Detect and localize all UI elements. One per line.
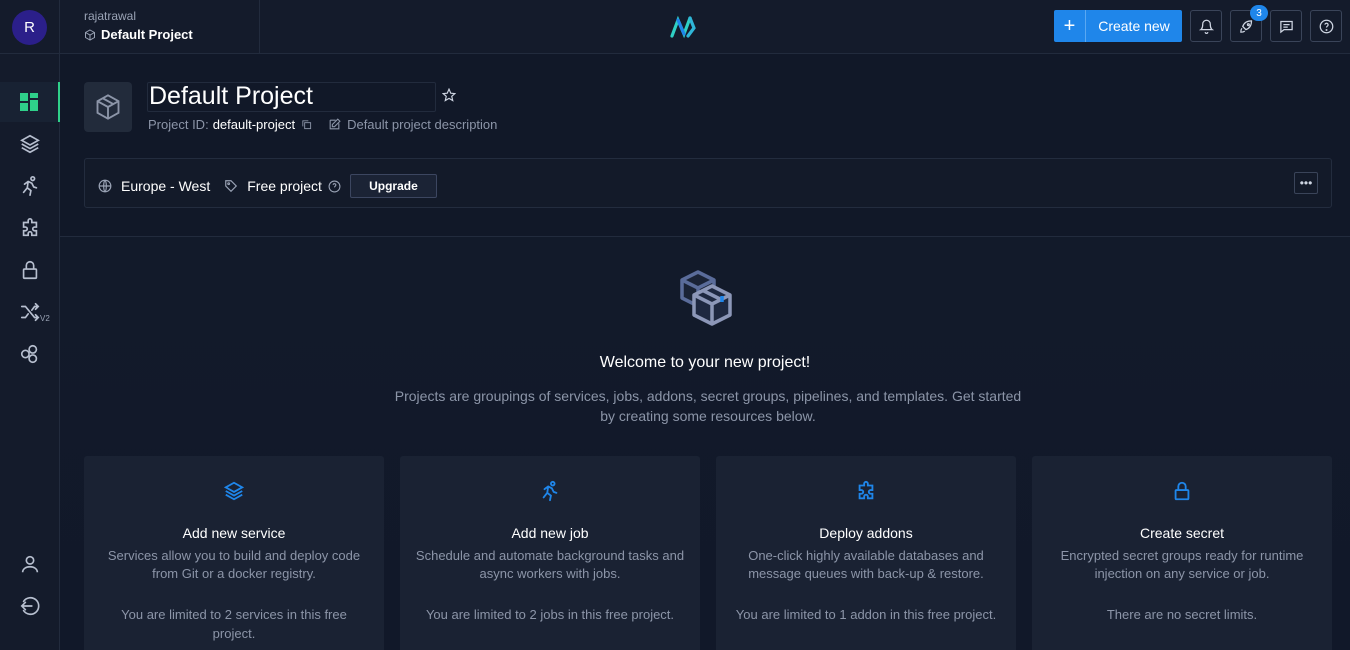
logout-icon [20,596,40,616]
notification-badge: 3 [1250,5,1268,21]
project-info-bar: Europe - West Free project Upgrade ••• [84,158,1332,208]
box-icon [85,28,95,41]
breadcrumb-user[interactable]: rajatrawal [84,9,136,23]
sidebar: V2 [0,54,60,650]
card-description: Encrypted secret groups ready for runtim… [1060,548,1304,581]
project-plan: Free project [247,178,322,194]
project-meta: Project ID: default-project Default proj… [148,117,497,132]
more-options-icon[interactable]: ••• [1294,172,1318,194]
logo-icon[interactable] [668,14,698,40]
card-title: Create secret [1139,525,1225,541]
services-icon [223,481,245,501]
notifications-button[interactable] [1190,10,1222,42]
sidebar-item-secrets[interactable] [0,250,60,290]
addons-icon [22,218,38,237]
globe-icon [98,179,112,193]
bell-icon [1198,19,1214,34]
plus-icon: + [1054,10,1086,42]
star-icon[interactable] [442,88,456,102]
project-id-label: Project ID: [148,117,209,132]
card-limit: You are limited to 1 addon in this free … [735,607,997,622]
project-boxes-icon [680,270,732,326]
jobs-icon [542,480,558,502]
project-title[interactable]: Default Project [149,82,313,111]
project-description[interactable]: Default project description [347,117,497,132]
sidebar-item-profile[interactable] [0,544,60,584]
sidebar-item-templates[interactable] [0,334,60,374]
card-description: Schedule and automate background tasks a… [415,548,685,581]
upgrade-button[interactable]: Upgrade [349,174,437,198]
card-title: Add new service [182,525,286,541]
card-add-service[interactable]: Add new service Services allow you to bu… [84,456,384,650]
feedback-button[interactable] [1270,10,1302,42]
card-limit: You are limited to 2 services in this fr… [121,607,347,641]
welcome-title: Welcome to your new project! [599,354,811,371]
sidebar-item-services[interactable] [0,124,60,164]
top-bar: R rajatrawal Default Project + Create ne… [0,0,1350,54]
tag-icon [225,180,238,193]
addons-icon [858,480,874,500]
box-icon [96,94,120,120]
card-add-job[interactable]: Add new job Schedule and automate backgr… [400,456,700,650]
jobs-icon [22,176,38,196]
help-button[interactable] [1310,10,1342,42]
services-icon [20,134,40,154]
card-limit: You are limited to 2 jobs in this free p… [425,607,675,622]
create-new-label: Create new [1098,18,1170,34]
card-description: One-click highly available databases and… [748,548,984,581]
avatar[interactable]: R [12,10,47,45]
card-title: Add new job [511,525,589,541]
rocket-icon [1239,19,1252,33]
dashboard-icon [20,93,38,111]
card-title: Deploy addons [819,525,913,541]
project-region: Europe - West [121,178,211,194]
pipelines-icon [20,302,40,322]
project-id: default-project [212,117,296,132]
sidebar-item-logout[interactable] [0,586,60,626]
feedback-icon [1279,20,1293,33]
sidebar-item-addons[interactable] [0,208,60,248]
help-icon [1319,19,1333,33]
secrets-icon [22,260,38,280]
templates-icon [20,344,38,364]
breadcrumb-project[interactable]: Default Project [84,27,193,42]
breadcrumb-project-label: Default Project [101,27,193,42]
card-limit: There are no secret limits. [1106,607,1258,622]
project-info-row: Europe - West Free project Upgrade [98,174,437,198]
create-new-button[interactable]: + Create new [1054,10,1182,42]
card-description: Services allow you to build and deploy c… [107,548,361,581]
secrets-icon [1174,481,1190,501]
pipelines-version-tag: V2 [40,314,50,323]
breadcrumb: rajatrawal Default Project [60,0,260,54]
help-circle-icon[interactable] [328,180,341,193]
card-create-secret[interactable]: Create secret Encrypted secret groups re… [1032,456,1332,650]
welcome-description: Projects are groupings of services, jobs… [394,388,1022,424]
project-avatar [84,82,132,132]
edit-icon[interactable] [328,118,341,131]
sidebar-item-dashboard[interactable] [0,82,60,122]
card-deploy-addons[interactable]: Deploy addons One-click highly available… [716,456,1016,650]
avatar-cell: R [0,0,60,54]
sidebar-item-jobs[interactable] [0,166,60,206]
copy-icon[interactable] [301,119,312,130]
sidebar-item-pipelines[interactable]: V2 [0,292,60,332]
user-icon [21,555,39,573]
